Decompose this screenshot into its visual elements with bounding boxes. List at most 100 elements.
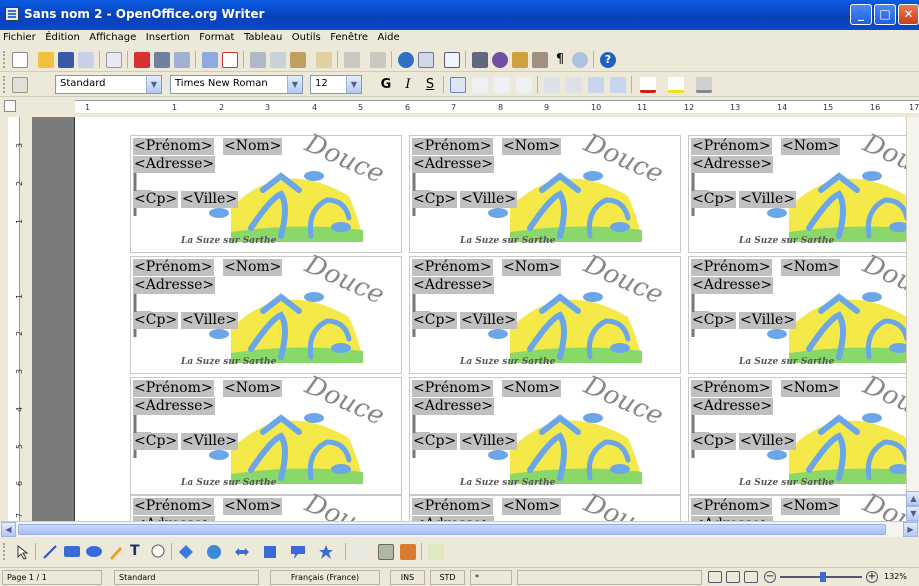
bold-button[interactable]: G (378, 77, 394, 93)
undo-icon[interactable] (344, 52, 360, 68)
horizontal-scroll-thumb[interactable] (18, 524, 886, 535)
menu-format[interactable]: Format (196, 30, 237, 43)
language-indicator[interactable]: Français (France) (270, 570, 380, 585)
prenom-field[interactable]: <Prénom> (691, 259, 772, 276)
nom-field[interactable]: <Nom> (502, 138, 562, 155)
toolbar-grip[interactable] (3, 51, 6, 68)
ville-field[interactable]: <Ville> (181, 433, 239, 450)
address-label[interactable]: <Prénom> <Nom> Douce <Adresse> <Cp> <Vil… (130, 128, 402, 253)
line-icon[interactable] (42, 544, 58, 560)
decrease-indent-icon[interactable] (588, 77, 604, 93)
zoom-percentage[interactable]: 132% (884, 572, 907, 581)
page-preview-icon[interactable] (174, 52, 190, 68)
font-name-select[interactable]: Times New Roman ▼ (170, 75, 303, 94)
show-draw-functions-icon[interactable] (444, 52, 460, 68)
text-icon[interactable]: T (130, 543, 146, 559)
single-page-view-icon[interactable] (708, 571, 722, 583)
minimize-button[interactable]: _ (850, 4, 872, 25)
horizontal-scrollbar[interactable]: ◀ ▶ (0, 521, 919, 537)
nom-field[interactable]: <Nom> (502, 259, 562, 276)
copy-icon[interactable] (270, 52, 286, 68)
background-color-icon[interactable] (696, 77, 712, 93)
increase-indent-icon[interactable] (610, 77, 626, 93)
paragraph-style-select[interactable]: Standard ▼ (55, 75, 162, 94)
prenom-field[interactable]: <Prénom> (133, 498, 214, 515)
prenom-field[interactable]: <Prénom> (412, 380, 493, 397)
zoom-icon[interactable] (572, 52, 588, 68)
ville-field[interactable]: <Ville> (739, 191, 797, 208)
cp-field[interactable]: <Cp> (691, 433, 737, 450)
from-file-icon[interactable] (378, 544, 394, 560)
prenom-field[interactable]: <Prénom> (133, 138, 214, 155)
bullets-icon[interactable] (566, 77, 582, 93)
document-workspace[interactable]: <Prénom> <Nom> Douce <Adresse> <Cp> <Vil… (32, 117, 906, 521)
address-label[interactable]: <Prénom> <Nom> Douce <Adresse> <Cp> <Vil… (409, 488, 681, 521)
address-label[interactable]: <Prénom> <Nom> Douce <Adresse> <Cp> <Vil… (409, 249, 681, 374)
adresse-field[interactable]: <Adresse> (412, 156, 495, 173)
callouts-icon[interactable] (150, 544, 166, 560)
menu-fenetre[interactable]: Fenêtre (327, 30, 371, 43)
ville-field[interactable]: <Ville> (181, 191, 239, 208)
prenom-field[interactable]: <Prénom> (691, 380, 772, 397)
prenom-field[interactable]: <Prénom> (691, 138, 772, 155)
nom-field[interactable]: <Nom> (781, 138, 841, 155)
previous-page-icon[interactable]: ▲ (906, 491, 919, 506)
extrusion-toggle-icon[interactable] (428, 544, 444, 560)
cp-field[interactable]: <Cp> (133, 433, 179, 450)
chevron-down-icon[interactable]: ▼ (146, 76, 161, 93)
address-label[interactable]: <Prénom> <Nom> Douce <Adresse> <Cp> <Vil… (409, 128, 681, 253)
export-pdf-icon[interactable] (134, 52, 150, 68)
help-icon[interactable]: ? (600, 52, 616, 68)
redo-icon[interactable] (370, 52, 386, 68)
selection-mode-indicator[interactable]: STD (430, 570, 465, 585)
table-icon[interactable] (418, 52, 434, 68)
font-color-icon[interactable] (640, 77, 656, 93)
close-button[interactable]: ✕ (898, 4, 919, 25)
menu-tableau[interactable]: Tableau (241, 30, 285, 43)
scroll-left-icon[interactable]: ◀ (1, 522, 16, 537)
ellipse-icon[interactable] (86, 546, 102, 557)
adresse-field[interactable]: <Adresse> (133, 156, 216, 173)
basic-shapes-icon[interactable] (178, 544, 194, 560)
cp-field[interactable]: <Cp> (412, 312, 458, 329)
ville-field[interactable]: <Ville> (181, 312, 239, 329)
page-style-indicator[interactable]: Standard (114, 570, 259, 585)
font-size-select[interactable]: 12 ▼ (310, 75, 362, 94)
stars-icon[interactable] (318, 544, 334, 560)
address-label[interactable]: <Prénom> <Nom> Douce <Adresse> <Cp> <Vil… (688, 488, 906, 521)
spellcheck-icon[interactable] (202, 52, 218, 68)
formatting-marks-icon[interactable]: ¶ (552, 52, 568, 68)
cp-field[interactable]: <Cp> (691, 191, 737, 208)
toolbar-grip[interactable] (3, 543, 6, 560)
cut-icon[interactable] (250, 52, 266, 68)
address-label[interactable]: <Prénom> <Nom> Douce <Adresse> <Cp> <Vil… (130, 370, 402, 495)
multi-page-view-icon[interactable] (726, 571, 740, 583)
address-label[interactable]: <Prénom> <Nom> Douce <Adresse> <Cp> <Vil… (688, 249, 906, 374)
block-arrows-icon[interactable] (234, 544, 250, 560)
zoom-in-icon[interactable]: + (866, 571, 878, 583)
adresse-field[interactable]: <Adresse> (691, 398, 774, 415)
freeform-line-icon[interactable] (108, 544, 124, 560)
ville-field[interactable]: <Ville> (739, 312, 797, 329)
nom-field[interactable]: <Nom> (502, 498, 562, 515)
address-label[interactable]: <Prénom> <Nom> Douce <Adresse> <Cp> <Vil… (409, 370, 681, 495)
save-icon[interactable] (58, 52, 74, 68)
cp-field[interactable]: <Cp> (691, 312, 737, 329)
align-right-icon[interactable] (494, 77, 510, 93)
menu-fichier[interactable]: Fichier (0, 30, 39, 43)
prenom-field[interactable]: <Prénom> (133, 259, 214, 276)
points-icon[interactable] (352, 544, 368, 560)
chevron-down-icon[interactable]: ▼ (346, 76, 361, 93)
prenom-field[interactable]: <Prénom> (412, 498, 493, 515)
justify-icon[interactable] (516, 77, 532, 93)
nom-field[interactable]: <Nom> (502, 380, 562, 397)
nom-field[interactable]: <Nom> (223, 259, 283, 276)
nom-field[interactable]: <Nom> (223, 498, 283, 515)
adresse-field[interactable]: <Adresse> (691, 156, 774, 173)
cp-field[interactable]: <Cp> (133, 312, 179, 329)
prenom-field[interactable]: <Prénom> (133, 380, 214, 397)
ville-field[interactable]: <Ville> (739, 433, 797, 450)
chevron-down-icon[interactable]: ▼ (287, 76, 302, 93)
prenom-field[interactable]: <Prénom> (412, 259, 493, 276)
autospellcheck-icon[interactable] (222, 52, 238, 68)
